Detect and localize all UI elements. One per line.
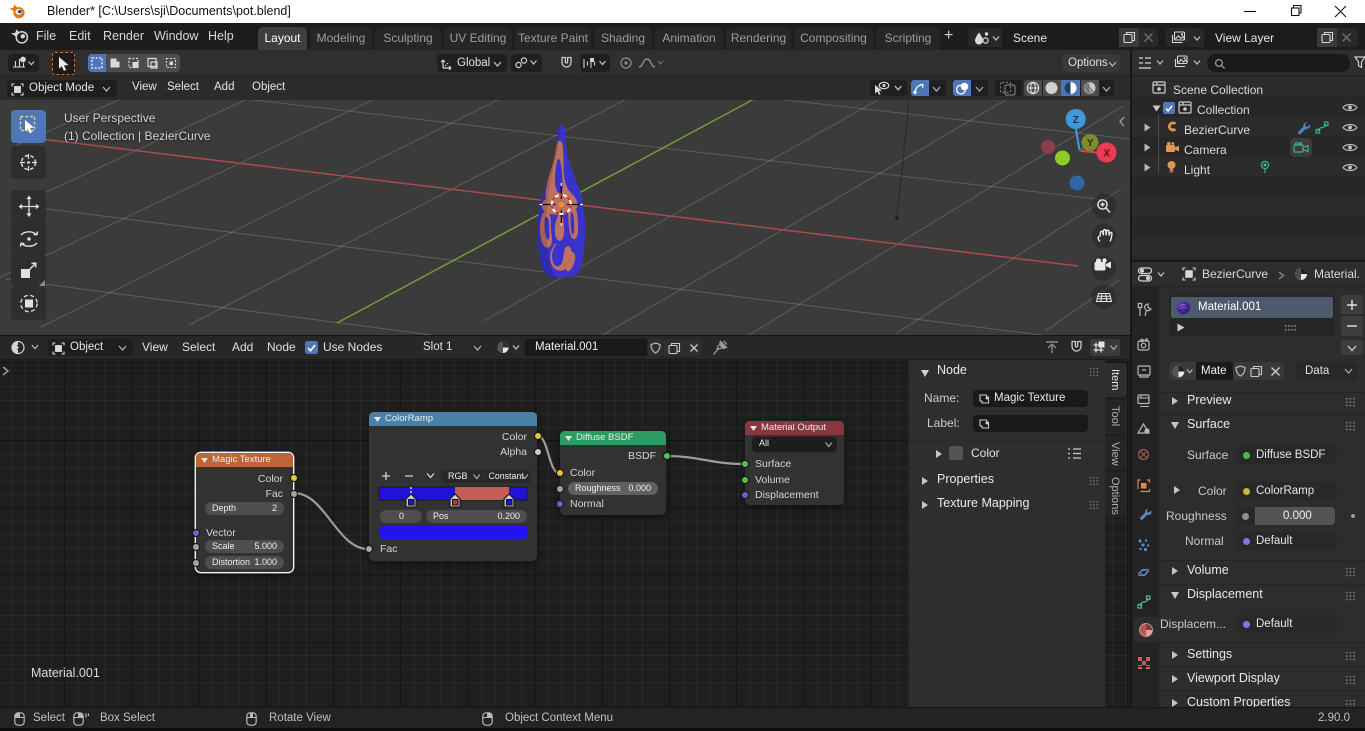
svg-text:Z: Z: [1073, 115, 1079, 126]
svg-text:Y: Y: [1087, 138, 1094, 149]
svg-text:X: X: [1103, 148, 1110, 159]
